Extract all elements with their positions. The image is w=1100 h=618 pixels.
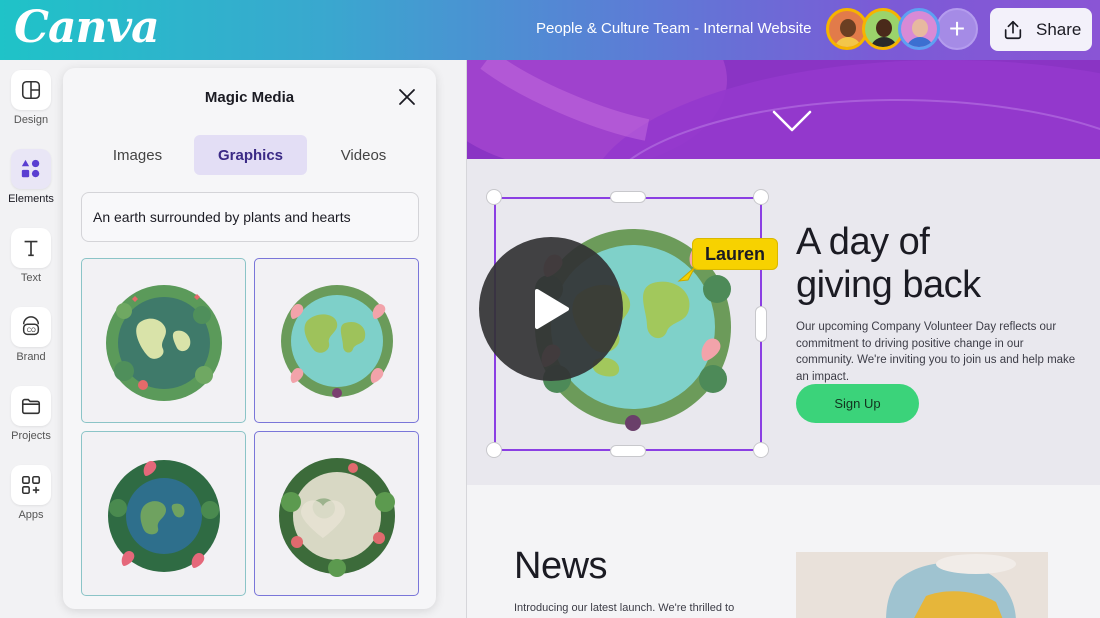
collaborator-avatar[interactable]	[898, 8, 940, 50]
svg-text:CO: CO	[27, 328, 36, 334]
hero-band	[467, 60, 1100, 159]
news-section: News Introducing our latest launch. We'r…	[467, 485, 1100, 618]
shapes-icon	[11, 149, 51, 189]
earth-graphic	[105, 284, 222, 401]
resize-handle[interactable]	[486, 189, 502, 205]
design-canvas[interactable]: Lauren A day of giving back Our upcoming…	[466, 60, 1100, 618]
resize-handle[interactable]	[486, 442, 502, 458]
rail-item-elements[interactable]: Elements	[0, 149, 62, 205]
document-title[interactable]: People & Culture Team - Internal Website	[536, 20, 811, 37]
rail-label: Text	[20, 272, 42, 284]
prompt-input[interactable]: An earth surrounded by plants and hearts	[81, 192, 419, 242]
volunteer-section: Lauren A day of giving back Our upcoming…	[467, 159, 1100, 485]
resize-handle[interactable]	[753, 442, 769, 458]
headline-line: A day of	[796, 221, 930, 263]
magic-media-panel: Magic Media Images Graphics Videos An ea…	[63, 68, 436, 609]
hero-body-text[interactable]: Our upcoming Company Volunteer Day refle…	[796, 319, 1081, 385]
tab-images[interactable]: Images	[81, 135, 194, 175]
news-photo-image	[796, 552, 1048, 618]
resize-handle[interactable]	[755, 306, 767, 342]
share-icon	[1004, 20, 1022, 39]
rail-item-apps[interactable]: Apps	[0, 465, 62, 521]
top-bar: Canva People & Culture Team - Internal W…	[0, 0, 1100, 60]
earth-graphic	[107, 459, 220, 572]
add-collaborator-button[interactable]: +	[936, 8, 978, 50]
folder-icon	[11, 386, 51, 426]
resize-handle[interactable]	[610, 445, 646, 457]
result-thumbnail[interactable]	[81, 258, 246, 423]
result-thumbnail[interactable]	[254, 258, 419, 423]
news-photo[interactable]	[796, 552, 1048, 618]
close-icon	[399, 89, 415, 105]
side-rail: Design Elements Text CO Brand Projects A…	[0, 60, 62, 618]
panel-title: Magic Media	[204, 89, 295, 106]
collaborator-avatars: +	[826, 8, 978, 50]
news-heading[interactable]: News	[514, 545, 608, 588]
rail-label: Design	[13, 114, 49, 126]
layout-icon	[11, 70, 51, 110]
plus-icon: +	[948, 13, 966, 44]
rail-item-text[interactable]: Text	[0, 228, 62, 284]
share-button[interactable]: Share	[990, 8, 1092, 51]
tab-graphics[interactable]: Graphics	[194, 135, 307, 175]
hero-headline[interactable]: A day of giving back	[796, 221, 981, 307]
rail-item-brand[interactable]: CO Brand	[0, 307, 62, 363]
canva-logo[interactable]: Canva	[14, 2, 160, 53]
rail-label: Projects	[11, 430, 51, 442]
rail-label: Elements	[8, 193, 54, 205]
close-panel-button[interactable]	[398, 88, 416, 111]
collaborator-cursor-tag: Lauren	[692, 238, 779, 270]
result-thumbnail[interactable]	[254, 431, 419, 596]
rail-label: Brand	[16, 351, 46, 363]
resize-handle[interactable]	[753, 189, 769, 205]
rail-item-projects[interactable]: Projects	[0, 386, 62, 442]
media-type-tabs: Images Graphics Videos	[81, 135, 420, 175]
news-body-text[interactable]: Introducing our latest launch. We're thr…	[514, 602, 734, 614]
resize-handle[interactable]	[610, 191, 646, 203]
rail-label: Apps	[18, 509, 44, 521]
brand-icon: CO	[11, 307, 51, 347]
headline-line: giving back	[796, 264, 981, 306]
result-thumbnail[interactable]	[81, 431, 246, 596]
earth-graphic	[280, 284, 393, 398]
play-button[interactable]	[479, 237, 623, 381]
rail-item-design[interactable]: Design	[0, 70, 62, 126]
sign-up-button[interactable]: Sign Up	[796, 384, 919, 423]
text-icon	[11, 228, 51, 268]
tab-videos[interactable]: Videos	[307, 135, 420, 175]
play-icon	[535, 289, 569, 329]
chevron-down-icon[interactable]	[772, 110, 812, 132]
apps-icon	[11, 465, 51, 505]
earth-graphic	[278, 457, 395, 577]
share-label: Share	[1036, 19, 1082, 39]
